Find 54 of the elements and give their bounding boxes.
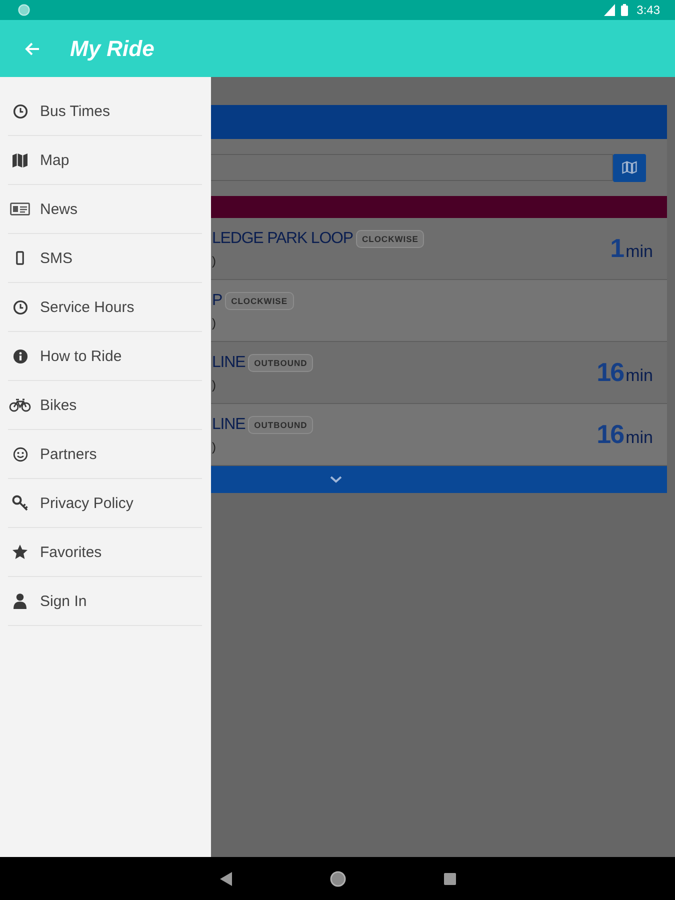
menu-item[interactable]: How to Ride (8, 332, 202, 381)
status-time: 3:43 (636, 3, 660, 17)
star-icon (12, 544, 28, 560)
menu-item[interactable]: Partners (8, 430, 202, 479)
route-name: LEDGE PARK LOOP (212, 230, 353, 248)
arrival-minutes: 16 (596, 357, 624, 388)
key-icon (12, 495, 28, 511)
menu-item[interactable]: Map (8, 136, 202, 185)
route-row[interactable]: P CLOCKWISE ) (211, 280, 667, 342)
arrival-minutes: 1 (610, 233, 624, 264)
menu-item[interactable]: Privacy Policy (8, 479, 202, 528)
clock-icon (12, 300, 28, 314)
route-detail: ) (212, 254, 217, 268)
info-icon (12, 348, 28, 364)
signal-icon (604, 4, 615, 16)
direction-badge: OUTBOUND (248, 416, 314, 434)
battery-icon (620, 4, 628, 16)
menu-item[interactable]: Bikes (8, 381, 202, 430)
menu-item[interactable]: Favorites (8, 528, 202, 577)
route-detail: ) (212, 440, 217, 454)
chevron-down-icon (330, 476, 342, 483)
arrival-minutes: 16 (596, 419, 624, 450)
direction-badge: CLOCKWISE (225, 292, 294, 310)
route-detail: ) (212, 316, 217, 330)
clock-icon (12, 104, 28, 118)
map-icon (12, 152, 28, 168)
map-button[interactable] (613, 154, 646, 182)
notification-icon (18, 4, 30, 16)
menu-item[interactable]: Bus Times (8, 87, 202, 136)
card-icon (10, 202, 30, 216)
menu-item[interactable]: Sign In (8, 577, 202, 626)
route-detail: ) (212, 378, 217, 392)
direction-badge: OUTBOUND (248, 354, 314, 372)
search-field[interactable] (211, 154, 613, 181)
smiley-icon (12, 446, 28, 462)
back-triangle-icon[interactable] (220, 872, 232, 886)
phone-icon (16, 251, 24, 265)
recents-icon[interactable] (444, 872, 456, 884)
person-icon (13, 593, 27, 609)
menu-item[interactable]: SMS (8, 234, 202, 283)
bicycle-icon (9, 398, 31, 412)
map-icon (622, 161, 637, 174)
menu-item[interactable]: Service Hours (8, 283, 202, 332)
route-name: LINE (212, 416, 246, 434)
minutes-unit: min (626, 242, 653, 262)
route-name: P (212, 292, 222, 310)
app-title: My Ride (70, 36, 154, 62)
minutes-unit: min (626, 428, 653, 448)
direction-badge: CLOCKWISE (356, 230, 424, 248)
minutes-unit: min (626, 366, 653, 386)
route-row[interactable]: LINE OUTBOUND ) 16min (211, 404, 667, 466)
menu-item[interactable]: News (8, 185, 202, 234)
home-icon[interactable] (330, 870, 346, 886)
route-name: LINE (212, 354, 246, 372)
